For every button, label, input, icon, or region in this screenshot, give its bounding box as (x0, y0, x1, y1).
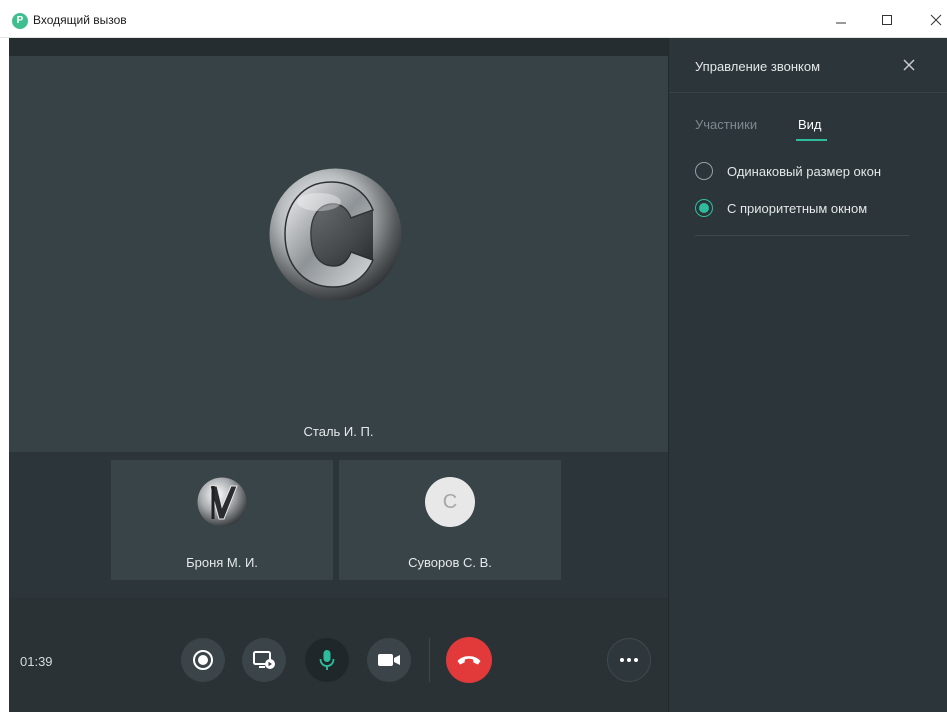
more-button[interactable] (607, 638, 651, 682)
call-top-strip (9, 38, 668, 56)
active-tab-indicator (796, 139, 827, 141)
radio-button-checked[interactable] (695, 199, 713, 217)
main-video-tile[interactable]: Сталь И. П. (9, 56, 668, 452)
microphone-icon (319, 650, 335, 670)
app-icon: P (12, 13, 28, 29)
close-icon (930, 14, 942, 26)
record-icon (193, 650, 213, 670)
logo-c-icon (269, 168, 402, 301)
option-priority-window[interactable]: С приоритетным окном (695, 198, 867, 218)
camera-button[interactable] (367, 638, 411, 682)
app-icon-letter: P (16, 15, 24, 26)
minimize-icon (836, 22, 846, 24)
participant-avatar (197, 477, 247, 527)
call-timer: 01:39 (20, 654, 53, 669)
screen-share-button[interactable] (242, 638, 286, 682)
call-management-panel: Управление звонком Участники Вид Одинако… (668, 38, 947, 712)
options-divider (695, 235, 909, 236)
participant-tile[interactable]: Броня М. И. (111, 460, 333, 580)
minimize-button[interactable] (826, 8, 856, 32)
tab-view[interactable]: Вид (798, 117, 822, 132)
maximize-icon (882, 15, 892, 25)
title-bar: P Входящий вызов (0, 0, 947, 38)
radio-button[interactable] (695, 162, 713, 180)
call-area: Сталь И. П. Броня М. И. C Суворов С. В. … (9, 38, 668, 712)
maximize-button[interactable] (872, 8, 902, 32)
close-icon (903, 59, 915, 71)
hangup-icon (457, 656, 481, 665)
camera-icon (378, 654, 400, 666)
record-button[interactable] (181, 638, 225, 682)
panel-title: Управление звонком (695, 59, 821, 74)
tab-participants[interactable]: Участники (695, 117, 757, 132)
call-controls-bar: 01:39 (9, 598, 668, 712)
hangup-button[interactable] (446, 637, 492, 683)
panel-divider (669, 92, 947, 93)
panel-close-button[interactable] (901, 57, 917, 73)
participants-strip: Броня М. И. C Суворов С. В. (9, 452, 668, 598)
option-label: Одинаковый размер окон (727, 163, 882, 179)
logo-v-icon (197, 477, 247, 527)
more-icon (620, 658, 638, 662)
microphone-button[interactable] (305, 638, 349, 682)
screen-share-icon (253, 651, 275, 669)
participant-tile[interactable]: C Суворов С. В. (339, 460, 561, 580)
option-equal-size[interactable]: Одинаковый размер окон (695, 161, 881, 181)
option-label: С приоритетным окном (727, 200, 868, 216)
close-window-button[interactable] (921, 8, 947, 32)
participant-name: Суворов С. В. (408, 555, 492, 570)
participant-avatar: C (425, 477, 475, 527)
participant-name: Броня М. И. (186, 555, 258, 570)
controls-separator (429, 638, 430, 682)
main-participant-name: Сталь И. П. (303, 424, 374, 439)
window-title: Входящий вызов (33, 13, 127, 27)
main-participant-avatar (269, 168, 402, 301)
